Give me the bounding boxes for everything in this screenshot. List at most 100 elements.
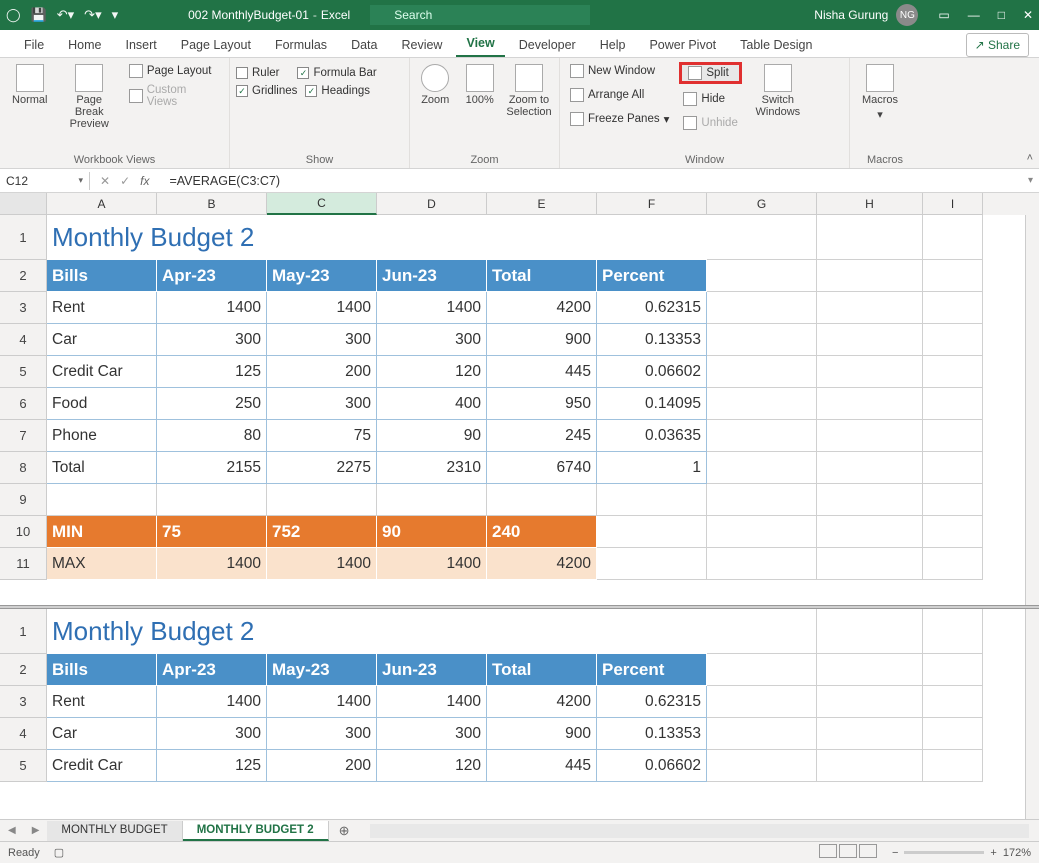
freeze-panes-button[interactable]: Freeze Panes ▾ [566,110,673,128]
cell[interactable] [923,260,983,292]
tab-formulas[interactable]: Formulas [265,33,337,57]
sheet-nav-prev-icon[interactable]: ◀ [0,825,24,836]
fx-icon[interactable]: fx [140,174,149,188]
account-button[interactable]: Nisha Gurung NG [814,4,918,26]
cell[interactable]: 1400 [377,686,487,718]
zoom-slider[interactable] [904,851,984,854]
pane-top[interactable]: 1Monthly Budget 22BillsApr-23May-23Jun-2… [0,215,1039,605]
cell[interactable]: 125 [157,356,267,388]
cell[interactable] [707,718,817,750]
cell[interactable] [707,609,817,654]
cell[interactable]: Credit Car [47,750,157,782]
cell[interactable] [707,750,817,782]
cell[interactable]: 445 [487,356,597,388]
cell[interactable]: 1400 [267,548,377,580]
cell[interactable]: 200 [267,356,377,388]
cell[interactable] [817,292,923,324]
collapse-ribbon-icon[interactable]: ˄ [1027,152,1033,164]
cell[interactable]: 2155 [157,452,267,484]
cell[interactable] [597,516,707,548]
cell[interactable] [707,654,817,686]
cell[interactable]: 1400 [267,292,377,324]
cell[interactable]: 0.06602 [597,750,707,782]
column-header[interactable]: E [487,193,597,215]
cell[interactable]: 1400 [377,548,487,580]
row-header[interactable]: 2 [0,260,47,292]
cell[interactable]: 950 [487,388,597,420]
cell[interactable]: Bills [47,260,157,292]
cell[interactable]: Total [487,654,597,686]
custom-views-button[interactable]: Custom Views [125,82,223,110]
cell[interactable] [923,215,983,260]
cell[interactable] [923,718,983,750]
select-all-corner[interactable] [0,193,47,215]
cell[interactable]: 900 [487,324,597,356]
tab-view[interactable]: View [456,31,504,57]
cell[interactable]: 0.14095 [597,388,707,420]
view-shortcuts[interactable] [818,844,878,861]
cell[interactable] [923,324,983,356]
cell[interactable]: MAX [47,548,157,580]
cell[interactable] [707,420,817,452]
cell[interactable]: 245 [487,420,597,452]
cell[interactable] [47,484,157,516]
headings-checkbox[interactable]: ✓Headings [305,84,370,98]
cell[interactable]: 240 [487,516,597,548]
undo-icon[interactable]: ↶▾ [57,7,74,23]
cell[interactable]: Rent [47,686,157,718]
cell[interactable]: 300 [377,324,487,356]
expand-formula-bar-icon[interactable]: ▾ [1022,175,1039,186]
cell[interactable]: 80 [157,420,267,452]
cell[interactable]: 1400 [267,686,377,718]
cell[interactable] [923,609,983,654]
zoom-100-button[interactable]: 100% [461,62,500,108]
cell[interactable] [923,686,983,718]
cell[interactable] [707,215,817,260]
cell[interactable]: Food [47,388,157,420]
cell[interactable] [267,484,377,516]
cell[interactable]: Credit Car [47,356,157,388]
cell[interactable]: 125 [157,750,267,782]
cell[interactable]: 4200 [487,548,597,580]
arrange-all-button[interactable]: Arrange All [566,86,673,104]
new-window-button[interactable]: New Window [566,62,673,80]
column-headers[interactable]: ABCDEFGHI [0,193,1039,215]
cell[interactable]: 4200 [487,292,597,324]
cell[interactable]: 0.06602 [597,356,707,388]
row-header[interactable]: 3 [0,292,47,324]
cell[interactable]: Car [47,718,157,750]
column-header[interactable]: G [707,193,817,215]
cell[interactable]: 752 [267,516,377,548]
cell[interactable] [923,420,983,452]
column-header[interactable]: F [597,193,707,215]
tab-insert[interactable]: Insert [116,33,167,57]
cell[interactable]: Total [487,260,597,292]
cell[interactable]: Rent [47,292,157,324]
qat-more-icon[interactable]: ▾ [112,7,119,23]
cell[interactable] [597,548,707,580]
cell[interactable] [817,718,923,750]
ruler-checkbox[interactable]: Ruler [236,66,279,80]
ribbon-display-options-icon[interactable]: ▭ [938,8,949,22]
zoom-button[interactable]: Zoom [416,62,455,108]
zoom-out-icon[interactable]: − [892,847,898,859]
row-header[interactable]: 10 [0,516,47,548]
cell[interactable]: 0.03635 [597,420,707,452]
zoom-controls[interactable]: − + 172% [892,847,1031,859]
minimize-icon[interactable]: — [968,8,980,22]
cell[interactable] [707,452,817,484]
close-icon[interactable]: ✕ [1023,8,1033,22]
row-header[interactable]: 7 [0,420,47,452]
cell[interactable] [817,484,923,516]
cell[interactable] [923,452,983,484]
cell[interactable] [707,324,817,356]
row-header[interactable]: 11 [0,548,47,580]
cancel-icon[interactable]: ✕ [100,174,110,188]
row-header[interactable]: 5 [0,750,47,782]
cell[interactable]: 2310 [377,452,487,484]
cell[interactable] [817,609,923,654]
cell[interactable] [923,292,983,324]
macro-record-icon[interactable]: ▢ [54,846,64,859]
cell[interactable] [817,260,923,292]
cell[interactable]: 90 [377,516,487,548]
